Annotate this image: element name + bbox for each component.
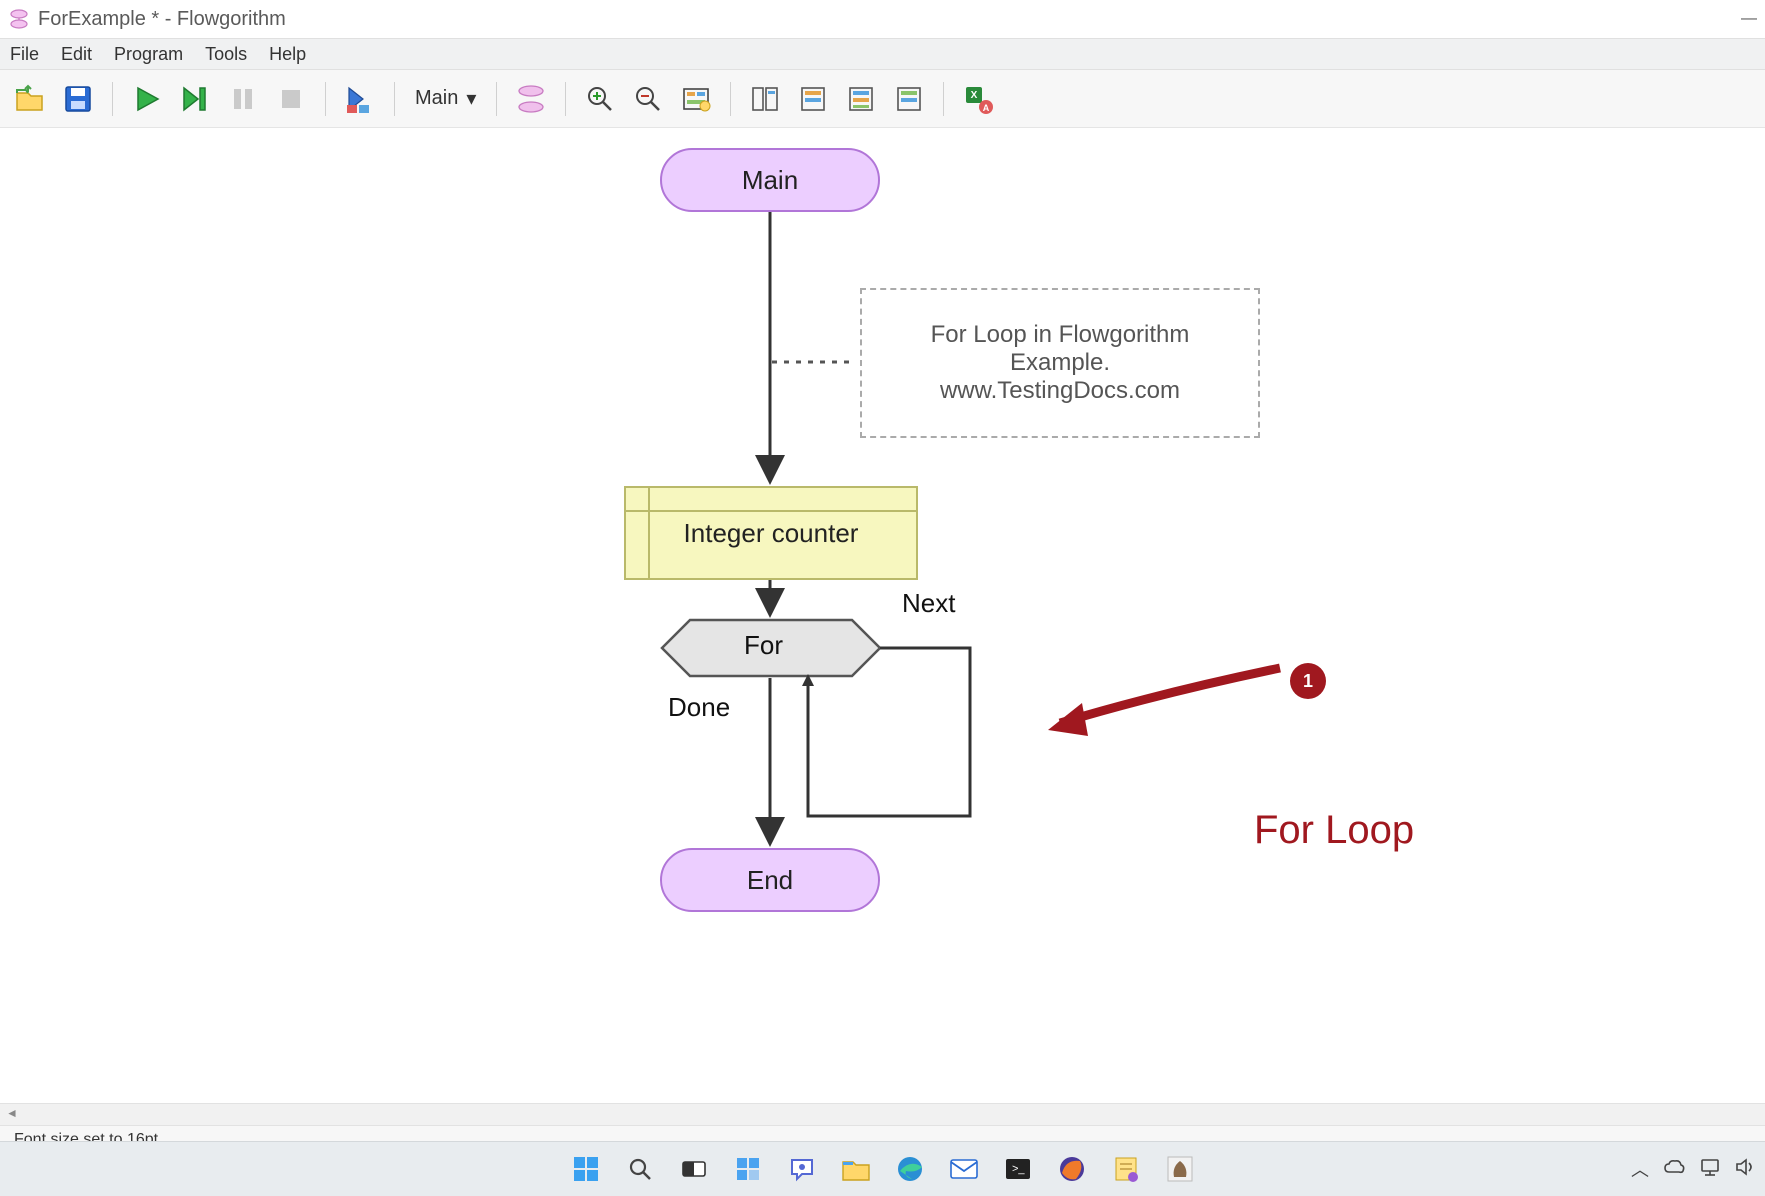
stop-button[interactable] xyxy=(271,79,311,119)
function-dropdown[interactable]: Main ▾ xyxy=(409,86,482,111)
comment-line3: www.TestingDocs.com xyxy=(940,377,1180,405)
pause-button[interactable] xyxy=(223,79,263,119)
svg-text:>_: >_ xyxy=(1012,1163,1025,1175)
svg-text:A: A xyxy=(983,103,990,113)
zoom-fit-button[interactable] xyxy=(676,79,716,119)
title-bar: ForExample * - Flowgorithm — xyxy=(0,0,1765,38)
mail-icon[interactable] xyxy=(947,1152,981,1186)
widgets-icon[interactable] xyxy=(731,1152,765,1186)
menu-tools[interactable]: Tools xyxy=(205,44,247,65)
annotation-arrow-icon xyxy=(1040,658,1290,758)
window-title: ForExample * - Flowgorithm xyxy=(38,8,286,31)
search-icon[interactable] xyxy=(623,1152,657,1186)
layout4-button[interactable] xyxy=(889,79,929,119)
breakpoint-button[interactable] xyxy=(340,79,380,119)
open-button[interactable] xyxy=(10,79,50,119)
start-icon[interactable] xyxy=(569,1152,603,1186)
layout3-button[interactable] xyxy=(841,79,881,119)
tray-cloud-icon[interactable] xyxy=(1663,1158,1685,1181)
layout1-button[interactable] xyxy=(745,79,785,119)
menu-file[interactable]: File xyxy=(10,44,39,65)
step-button[interactable] xyxy=(175,79,215,119)
flowchart-end[interactable]: End xyxy=(660,848,880,912)
notes-icon[interactable] xyxy=(1109,1152,1143,1186)
flowchart-end-label: End xyxy=(747,865,793,896)
annotation-badge: 1 xyxy=(1290,663,1326,699)
terminal-icon[interactable]: >_ xyxy=(1001,1152,1035,1186)
explorer-icon[interactable] xyxy=(839,1152,873,1186)
menu-edit[interactable]: Edit xyxy=(61,44,92,65)
chevron-down-icon: ▾ xyxy=(466,86,476,111)
toolbar: Main ▾ XA xyxy=(0,70,1765,128)
tray-network-icon[interactable] xyxy=(1699,1157,1721,1182)
flowchart-declare-label: Integer counter xyxy=(684,518,859,549)
layout2-button[interactable] xyxy=(793,79,833,119)
flowchart-start-label: Main xyxy=(742,165,798,196)
menu-program[interactable]: Program xyxy=(114,44,183,65)
taskbar: >_ ︿ xyxy=(0,1141,1765,1196)
flowchart-comment[interactable]: For Loop in Flowgorithm Example. www.Tes… xyxy=(860,288,1260,438)
svg-text:X: X xyxy=(971,90,978,101)
annotation-badge-text: 1 xyxy=(1303,671,1313,692)
dbeaver-icon[interactable] xyxy=(1163,1152,1197,1186)
zoom-in-button[interactable] xyxy=(580,79,620,119)
save-button[interactable] xyxy=(58,79,98,119)
flowchart-done-label: Done xyxy=(668,692,730,723)
tray-chevron-up-icon[interactable]: ︿ xyxy=(1631,1156,1649,1182)
flowchart-declare[interactable]: Integer counter xyxy=(624,486,918,580)
shapes-button[interactable] xyxy=(511,79,551,119)
flowchart-next-label: Next xyxy=(902,588,955,619)
menu-bar: File Edit Program Tools Help xyxy=(0,38,1765,70)
minimize-button[interactable]: — xyxy=(1741,10,1757,28)
zoom-out-button[interactable] xyxy=(628,79,668,119)
edge-icon[interactable] xyxy=(893,1152,927,1186)
comment-line2: Example. xyxy=(1010,349,1110,377)
flowchart-start[interactable]: Main xyxy=(660,148,880,212)
horizontal-scrollbar[interactable] xyxy=(0,1103,1765,1125)
chat-icon[interactable] xyxy=(785,1152,819,1186)
firefox-icon[interactable] xyxy=(1055,1152,1089,1186)
app-icon xyxy=(8,8,30,30)
comment-line1: For Loop in Flowgorithm xyxy=(931,321,1190,349)
taskview-icon[interactable] xyxy=(677,1152,711,1186)
flowchart-canvas[interactable]: Main For Loop in Flowgorithm Example. ww… xyxy=(0,128,1765,1103)
export-button[interactable]: XA xyxy=(958,79,998,119)
tray-volume-icon[interactable] xyxy=(1735,1157,1757,1182)
annotation-label: For Loop xyxy=(1254,808,1414,853)
menu-help[interactable]: Help xyxy=(269,44,306,65)
function-dropdown-label: Main xyxy=(415,87,458,110)
run-button[interactable] xyxy=(127,79,167,119)
flowchart-for-label: For xyxy=(744,630,783,661)
